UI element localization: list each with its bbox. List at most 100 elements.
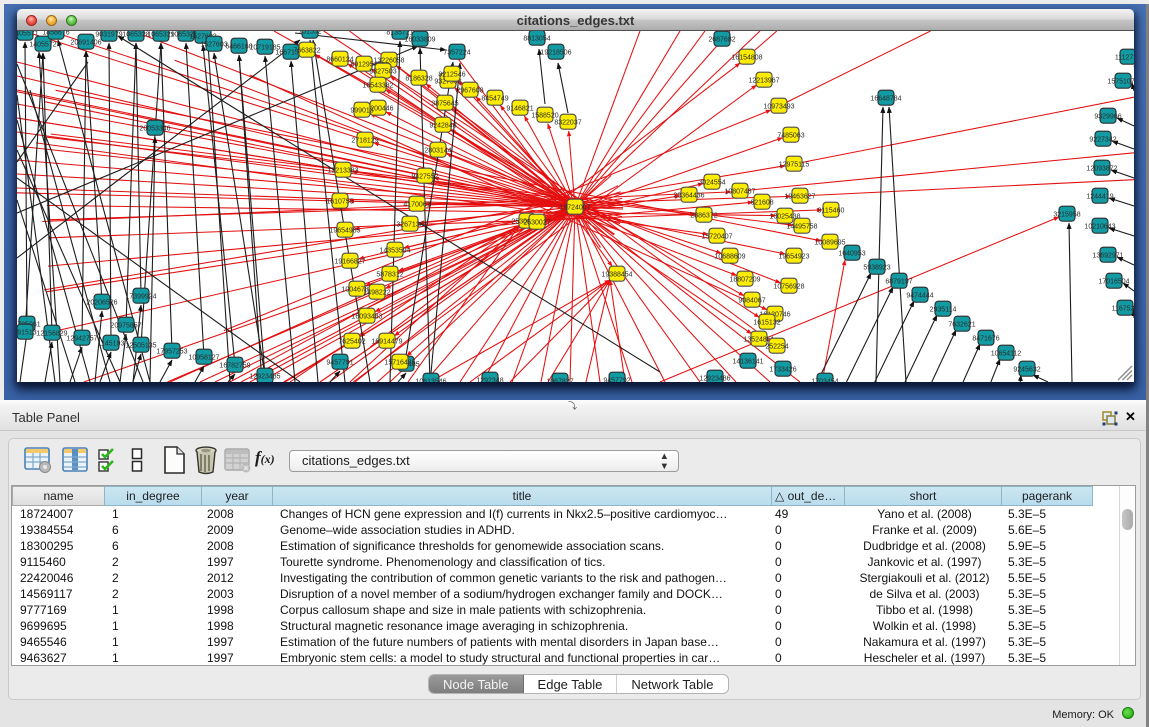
svg-text:9457792: 9457792 — [603, 377, 630, 382]
svg-text:1065328: 1065328 — [122, 31, 149, 38]
svg-text:10958127: 10958127 — [188, 354, 219, 361]
svg-text:8454749: 8454749 — [481, 95, 508, 102]
svg-text:19166827: 19166827 — [334, 258, 365, 265]
svg-text:16033809: 16033809 — [404, 36, 435, 43]
svg-text:16154808: 16154808 — [731, 54, 762, 61]
svg-text:1610755: 1610755 — [326, 198, 353, 205]
svg-text:2886372: 2886372 — [690, 212, 717, 219]
svg-text:9146821: 9146821 — [506, 105, 533, 112]
svg-text:20691406: 20691406 — [70, 39, 101, 46]
svg-text:12923486: 12923486 — [699, 375, 730, 382]
svg-text:2935114: 2935114 — [930, 306, 957, 313]
svg-text:2405571: 2405571 — [17, 31, 39, 37]
svg-text:8212546: 8212546 — [438, 71, 465, 78]
svg-text:12923485: 12923485 — [249, 373, 280, 380]
svg-text:5938923: 5938923 — [863, 264, 890, 271]
svg-text:252254: 252254 — [765, 343, 788, 350]
svg-text:3875645: 3875645 — [431, 100, 458, 107]
svg-text:19463627: 19463627 — [784, 193, 815, 200]
svg-text:16782759: 16782759 — [219, 362, 250, 369]
svg-text:3267130: 3267130 — [396, 221, 423, 228]
svg-text:10973493: 10973493 — [763, 103, 794, 110]
svg-text:12093872: 12093872 — [1086, 165, 1117, 172]
svg-text:10654112: 10654112 — [991, 350, 1022, 357]
svg-text:13692971: 13692971 — [1092, 252, 1123, 259]
svg-text:12213383: 12213383 — [327, 167, 358, 174]
svg-text:7632621: 7632621 — [948, 321, 975, 328]
svg-text:12975115: 12975115 — [779, 161, 810, 168]
svg-text:2530027: 2530027 — [523, 219, 550, 226]
svg-text:1498222: 1498222 — [363, 289, 390, 296]
svg-text:10089695: 10089695 — [814, 239, 845, 246]
svg-text:7357224: 7357224 — [443, 49, 470, 56]
svg-text:9427552: 9427552 — [411, 173, 438, 180]
svg-text:10613546: 10613546 — [415, 378, 446, 382]
svg-text:1405572: 1405572 — [29, 41, 56, 48]
svg-text:14353594: 14353594 — [379, 247, 410, 254]
svg-text:2967608: 2967608 — [456, 87, 483, 94]
svg-text:1112736: 1112736 — [1115, 54, 1134, 61]
svg-text:10210643: 10210643 — [1084, 223, 1115, 230]
svg-text:16648784: 16648784 — [870, 95, 901, 102]
svg-text:1145193: 1145193 — [98, 340, 125, 347]
svg-text:8186328: 8186328 — [405, 75, 432, 82]
svg-text:3215958: 3215958 — [1053, 211, 1080, 218]
svg-text:12156829: 12156829 — [36, 330, 67, 337]
svg-text:9329966: 9329966 — [1094, 113, 1121, 120]
svg-text:9327503: 9327503 — [369, 68, 396, 75]
svg-text:17016504: 17016504 — [1098, 278, 1129, 285]
svg-text:1733426: 1733426 — [769, 366, 796, 373]
svg-text:12505135: 12505135 — [125, 342, 156, 349]
svg-text:19218506: 19218506 — [540, 49, 571, 56]
svg-text:15751074: 15751074 — [1107, 78, 1134, 85]
svg-text:3024554: 3024554 — [698, 179, 725, 186]
svg-text:6879197: 6879197 — [885, 278, 912, 285]
svg-text:9115460: 9115460 — [818, 207, 845, 214]
svg-text:999013: 999013 — [350, 107, 373, 114]
svg-text:20206526: 20206526 — [86, 299, 117, 306]
svg-text:9031979: 9031979 — [95, 31, 122, 38]
svg-text:8322037: 8322037 — [554, 119, 581, 126]
svg-text:18724007: 18724007 — [559, 204, 590, 211]
svg-text:16093483: 16093483 — [351, 313, 382, 320]
svg-text:20975857: 20975857 — [110, 322, 141, 329]
svg-text:7625402: 7625402 — [338, 338, 365, 345]
svg-text:17957253: 17957253 — [156, 348, 187, 355]
svg-text:19654923: 19654923 — [778, 253, 809, 260]
svg-text:9242848: 9242848 — [429, 122, 456, 129]
svg-text:4170061: 4170061 — [403, 201, 430, 208]
svg-text:9457791: 9457791 — [326, 359, 353, 366]
svg-text:1640953: 1640953 — [838, 250, 865, 257]
svg-text:1527603: 1527603 — [200, 41, 227, 48]
svg-text:15720407: 15720407 — [701, 233, 732, 240]
svg-text:18807209: 18807209 — [729, 276, 760, 283]
svg-text:2718129: 2718129 — [351, 137, 378, 144]
svg-text:1858676: 1858676 — [42, 31, 69, 36]
svg-text:1244419: 1244419 — [1086, 193, 1113, 200]
svg-text:9084067: 9084067 — [738, 297, 765, 304]
svg-text:1292348: 1292348 — [476, 377, 503, 382]
svg-text:12213967: 12213967 — [748, 77, 779, 84]
svg-text:9245632: 9245632 — [1013, 366, 1040, 373]
svg-text:1615132: 1615132 — [753, 319, 780, 326]
svg-text:16914479: 16914479 — [371, 338, 402, 345]
svg-text:12942757: 12942757 — [66, 335, 97, 342]
svg-text:19388454: 19388454 — [601, 271, 632, 278]
svg-text:5878312: 5878312 — [376, 271, 403, 278]
svg-text:751552: 751552 — [298, 31, 321, 35]
svg-text:2803144: 2803144 — [424, 147, 451, 154]
svg-text:14136141: 14136141 — [732, 358, 763, 365]
svg-text:1588520: 1588520 — [531, 112, 558, 119]
svg-text:1703454: 1703454 — [811, 378, 838, 382]
svg-text:391513: 391513 — [17, 329, 37, 336]
svg-text:20053346: 20053346 — [139, 125, 170, 132]
svg-text:1067827: 1067827 — [546, 378, 573, 382]
svg-text:17399924: 17399924 — [125, 293, 156, 300]
svg-text:14495758: 14495758 — [786, 223, 817, 230]
svg-text:621608: 621608 — [750, 199, 773, 206]
svg-text:16543382: 16543382 — [362, 82, 393, 89]
svg-text:1167533: 1167533 — [1112, 305, 1134, 312]
svg-text:7663822: 7663822 — [293, 47, 320, 54]
svg-text:9227342: 9227342 — [1089, 136, 1116, 143]
svg-text:15716485: 15716485 — [384, 359, 415, 366]
